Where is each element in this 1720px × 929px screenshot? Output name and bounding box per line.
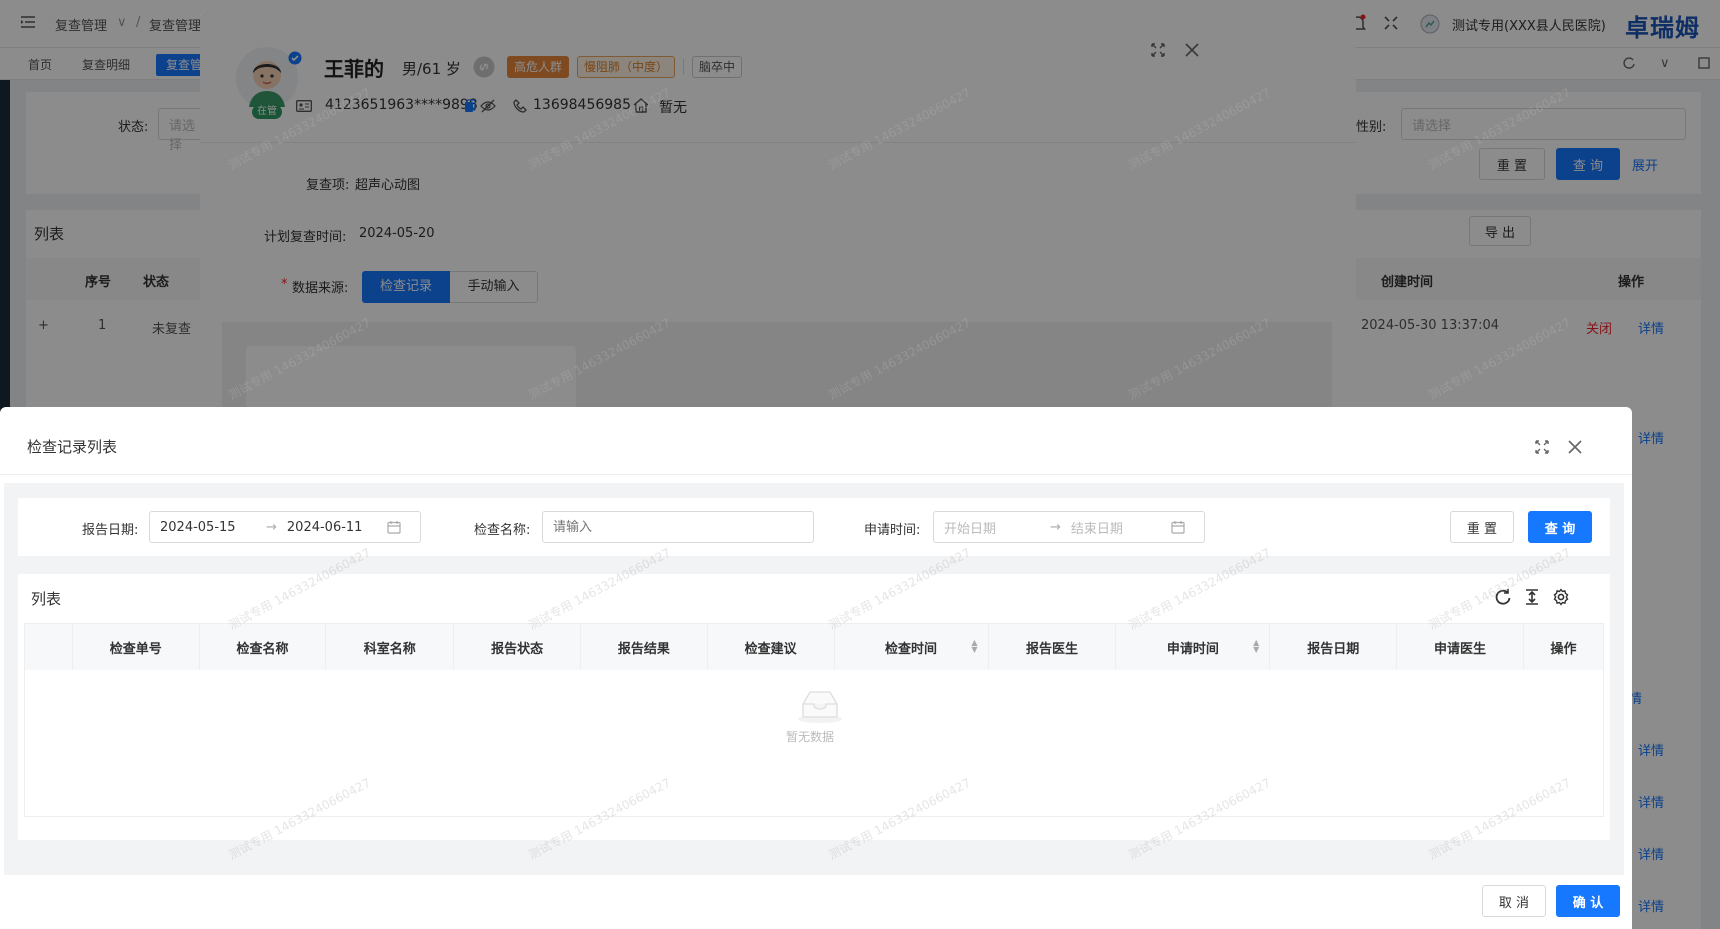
sort-icon[interactable]: ▲ ▼ bbox=[1253, 639, 1259, 654]
apply-time-end[interactable]: 结束日期 bbox=[1071, 518, 1171, 537]
report-date-end[interactable]: 2024-06-11 bbox=[287, 520, 387, 535]
empty-text: 暂无数据 bbox=[786, 730, 835, 744]
table-col-exam-time: 检查时间 bbox=[885, 641, 938, 657]
table-col-select bbox=[25, 624, 73, 670]
query-button[interactable]: 查 询 bbox=[1528, 511, 1592, 543]
table-col-report-date: 报告日期 bbox=[1269, 624, 1398, 670]
refresh-icon[interactable] bbox=[1494, 588, 1512, 606]
report-date-range-picker[interactable]: 2024-05-15 → 2024-06-11 bbox=[149, 511, 421, 543]
empty-inbox-icon bbox=[795, 686, 845, 724]
table-col-report-doctor: 报告医生 bbox=[988, 624, 1117, 670]
table-col-report-status: 报告状态 bbox=[453, 624, 581, 670]
apply-time-range-picker[interactable]: 开始日期 → 结束日期 bbox=[933, 511, 1205, 543]
table-col-department: 科室名称 bbox=[325, 624, 455, 670]
exam-record-modal: 检查记录列表 报告日期: 2024-05-15 → 2024-06-11 检查名… bbox=[0, 407, 1632, 929]
arrow-right-icon: → bbox=[1050, 519, 1061, 535]
cancel-button[interactable]: 取 消 bbox=[1482, 885, 1546, 917]
filter-panel: 报告日期: 2024-05-15 → 2024-06-11 检查名称: 申请时间… bbox=[18, 498, 1610, 556]
exam-list-panel: 列表 检查单号 检查名称 科室名称 报告状态 报告结果 检查建议 检查时间 ▲ … bbox=[18, 574, 1610, 840]
calendar-icon bbox=[1171, 520, 1185, 534]
sort-icon[interactable]: ▲ ▼ bbox=[971, 639, 977, 654]
table-col-report-result: 报告结果 bbox=[580, 624, 708, 670]
table-col-exam-advice: 检查建议 bbox=[707, 624, 835, 670]
close-icon[interactable] bbox=[1568, 440, 1582, 454]
table-col-exam-name: 检查名称 bbox=[199, 624, 327, 670]
modal-title: 检查记录列表 bbox=[27, 438, 118, 456]
table-col-exam-no: 检查单号 bbox=[72, 624, 200, 670]
maximize-icon[interactable] bbox=[1535, 440, 1549, 454]
apply-time-label: 申请时间: bbox=[864, 523, 921, 538]
table-col-exam-time-cell[interactable]: 检查时间 ▲ ▼ bbox=[834, 624, 989, 670]
report-date-label: 报告日期: bbox=[82, 523, 139, 538]
column-height-icon[interactable] bbox=[1523, 588, 1541, 606]
reset-button[interactable]: 重 置 bbox=[1450, 511, 1514, 543]
settings-gear-icon[interactable] bbox=[1552, 588, 1570, 606]
report-date-start[interactable]: 2024-05-15 bbox=[160, 520, 256, 535]
modal-header-divider bbox=[0, 474, 1632, 475]
exam-name-input[interactable] bbox=[542, 511, 814, 543]
arrow-right-icon: → bbox=[266, 519, 277, 535]
table-col-apply-doctor: 申请医生 bbox=[1396, 624, 1524, 670]
table-col-apply-time-cell[interactable]: 申请时间 ▲ ▼ bbox=[1115, 624, 1271, 670]
exam-table-header: 检查单号 检查名称 科室名称 报告状态 报告结果 检查建议 检查时间 ▲ ▼ 报告… bbox=[25, 624, 1603, 670]
exam-name-label: 检查名称: bbox=[474, 523, 531, 538]
patient-modal: 在管 王菲的 男/61 岁 高危人群 慢阻肺（中度） 脑卒中 412365196… bbox=[200, 11, 1356, 421]
apply-time-start[interactable]: 开始日期 bbox=[944, 518, 1040, 537]
exam-table: 检查单号 检查名称 科室名称 报告状态 报告结果 检查建议 检查时间 ▲ ▼ 报告… bbox=[24, 623, 1604, 817]
confirm-button[interactable]: 确 认 bbox=[1556, 885, 1620, 917]
list-title: 列表 bbox=[31, 590, 62, 608]
table-col-ops: 操作 bbox=[1523, 624, 1603, 670]
calendar-icon bbox=[387, 520, 401, 534]
table-col-apply-time: 申请时间 bbox=[1166, 641, 1219, 657]
nested-modal-mask bbox=[200, 11, 1356, 421]
